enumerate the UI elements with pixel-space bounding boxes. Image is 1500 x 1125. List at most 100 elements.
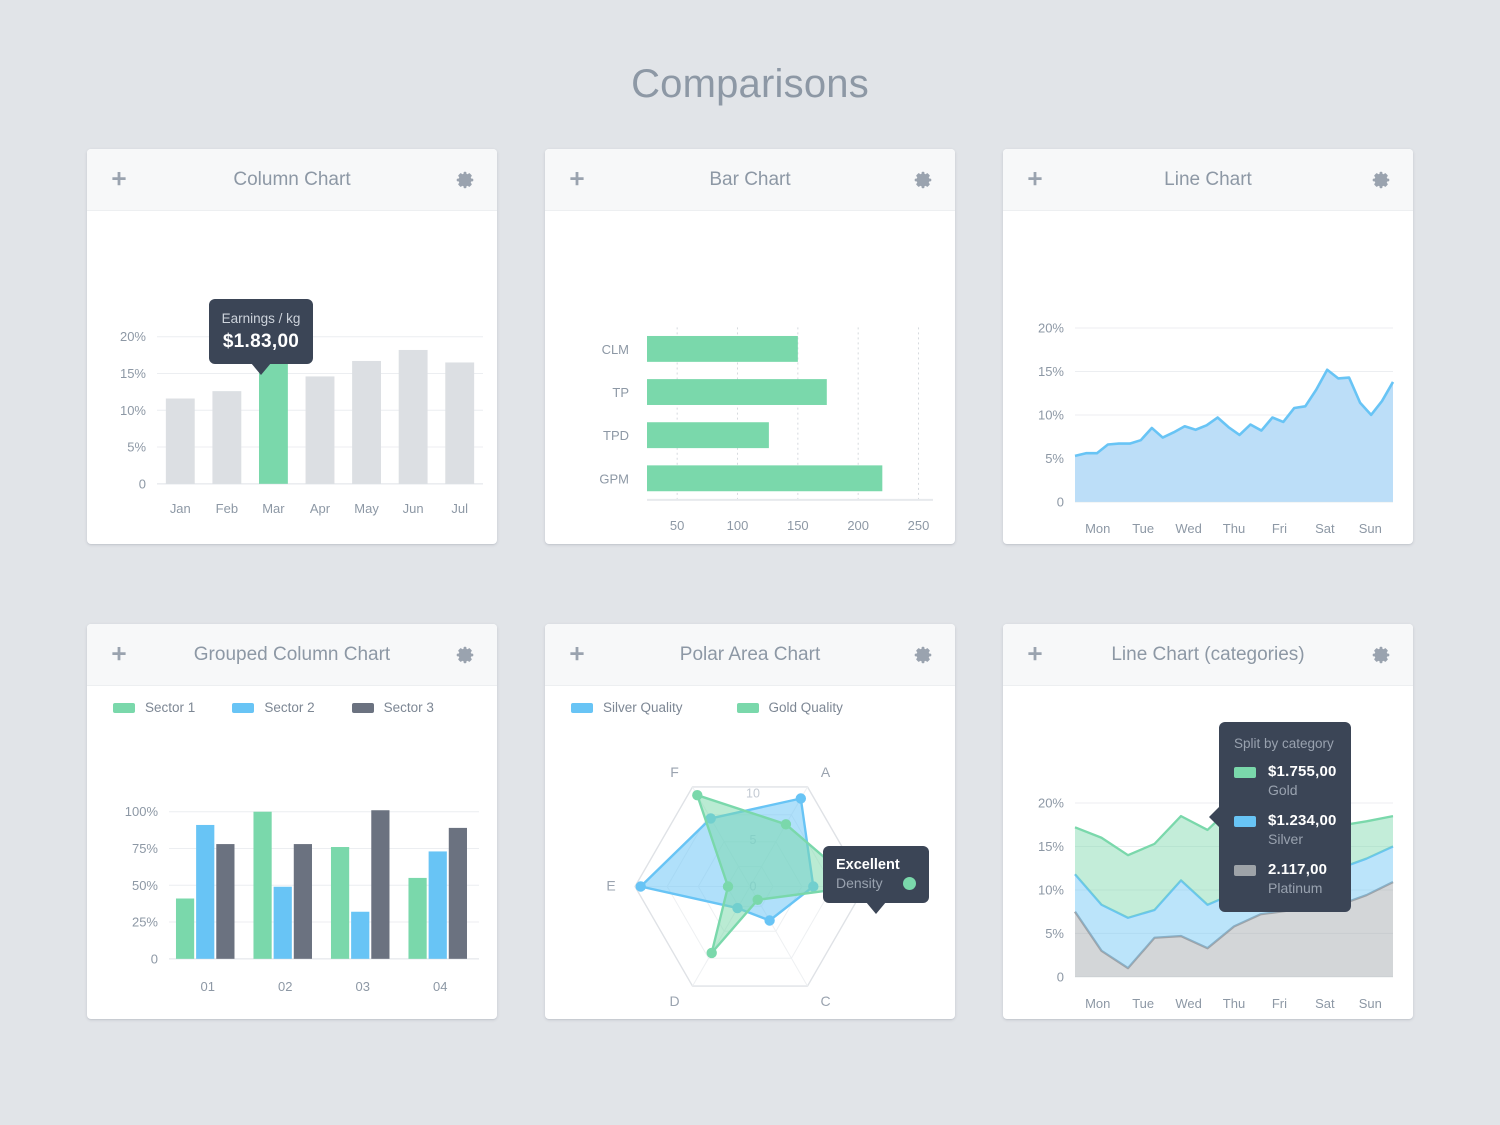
axis-tick-label: 01 (201, 979, 215, 994)
radar-data-point[interactable] (692, 790, 703, 801)
legend-swatch (736, 702, 759, 713)
axis-tick-label: 20% (120, 329, 146, 344)
legend-label: Sector 2 (264, 700, 315, 715)
card-header: Grouped Column Chart (87, 624, 497, 686)
plus-icon[interactable] (1025, 645, 1045, 665)
radar-data-point[interactable] (722, 881, 734, 892)
column-chart-tooltip: Earnings / kg $1.83,00 (209, 299, 313, 375)
plus-icon[interactable] (109, 170, 129, 190)
bar[interactable] (428, 851, 447, 959)
card-title: Bar Chart (709, 168, 791, 190)
plus-icon[interactable] (567, 645, 587, 665)
card-header: Line Chart (1003, 149, 1413, 211)
bar[interactable] (196, 824, 215, 959)
bar[interactable] (258, 361, 288, 484)
axis-tick-label: Fri (1272, 996, 1287, 1011)
tooltip-header: Split by category (1234, 736, 1334, 751)
bar[interactable] (351, 911, 370, 959)
bar[interactable] (647, 335, 798, 362)
axis-tick-label: 100% (125, 804, 159, 819)
axis-tick-label: GPM (599, 471, 629, 486)
gear-icon[interactable] (913, 645, 933, 665)
gear-icon[interactable] (455, 645, 475, 665)
axis-tick-label: D (669, 993, 679, 1009)
axis-tick-label: 10% (1038, 407, 1064, 422)
bar[interactable] (352, 360, 382, 484)
gear-icon[interactable] (1371, 645, 1391, 665)
bar[interactable] (448, 827, 467, 959)
grouped-chart-legend: Sector 1 Sector 2 Sector 3 (87, 700, 497, 715)
gear-icon[interactable] (913, 170, 933, 190)
legend-item[interactable]: Sector 3 (351, 700, 471, 715)
gear-icon[interactable] (455, 170, 475, 190)
axis-tick-label: CLM (602, 342, 629, 357)
radar-data-point[interactable] (795, 793, 806, 804)
bar[interactable] (408, 877, 427, 959)
axis-tick-label: Wed (1175, 521, 1201, 536)
legend-item[interactable]: Gold Quality (736, 700, 843, 715)
tooltip-value: $1.83,00 (222, 331, 300, 352)
axis-tick-label: 04 (433, 979, 447, 994)
bar[interactable] (647, 379, 827, 405)
card-grouped-column-chart: Grouped Column Chart Sector 1 Sector 2 Sec… (87, 624, 497, 1019)
axis-tick-label: 15% (1038, 839, 1064, 854)
bar[interactable] (216, 844, 235, 959)
axis-tick-label: E (606, 878, 615, 894)
axis-tick-label: 03 (356, 979, 370, 994)
radar-data-point[interactable] (752, 894, 763, 905)
plus-icon[interactable] (567, 170, 587, 190)
bar-chart-body: CLM TP TPD GPM 50 100 150 200 250 (545, 211, 955, 544)
axis-tick-label: Thu (1223, 521, 1245, 536)
axis-tick-label: Sun (1359, 521, 1382, 536)
tooltip-swatch (1234, 816, 1256, 827)
card-title: Column Chart (233, 168, 351, 190)
card-title: Grouped Column Chart (193, 643, 391, 665)
bar[interactable] (330, 847, 350, 959)
axis-tick-label: 150 (787, 518, 809, 533)
radar-data-point[interactable] (706, 947, 717, 959)
axis-tick-label: 50% (132, 878, 158, 893)
axis-tick-label: C (820, 993, 830, 1009)
legend-label: Sector 3 (383, 700, 434, 715)
axis-tick-label: 10% (120, 403, 146, 418)
legend-item[interactable]: Sector 2 (232, 700, 351, 715)
bar[interactable] (212, 391, 242, 484)
bar[interactable] (165, 398, 195, 484)
axis-tick-label: TP (612, 385, 629, 400)
bar[interactable] (371, 810, 390, 959)
tooltip-color-dot (903, 876, 916, 890)
bar[interactable] (253, 811, 272, 959)
axis-tick-label: Fri (1272, 521, 1287, 536)
axis-tick-label: Sun (1359, 996, 1382, 1011)
plus-icon[interactable] (1025, 170, 1045, 190)
axis-tick-label: 10 (746, 787, 760, 801)
bar[interactable] (445, 362, 475, 484)
card-title: Polar Area Chart (679, 643, 821, 665)
radar-data-point[interactable] (780, 819, 792, 830)
plus-icon[interactable] (109, 645, 129, 665)
bar[interactable] (305, 376, 335, 484)
axis-tick-label: Tue (1132, 996, 1154, 1011)
radar-data-point[interactable] (635, 881, 646, 892)
gear-icon[interactable] (1371, 170, 1391, 190)
legend-item[interactable]: Silver Quality (571, 700, 683, 715)
radar-data-point[interactable] (764, 915, 775, 926)
bar[interactable] (398, 349, 428, 484)
legend-item[interactable]: Sector 1 (113, 700, 232, 715)
bar[interactable] (175, 898, 195, 959)
tooltip-label: Earnings / kg (221, 311, 301, 326)
bar[interactable] (647, 465, 883, 492)
bar[interactable] (647, 422, 769, 449)
stacked-chart-tooltip: Split by category $1.755,00 Gold $1.234,00… (1209, 722, 1351, 912)
card-header: Bar Chart (545, 149, 955, 211)
tooltip-title: Excellent (836, 857, 900, 873)
axis-tick-label: A (821, 764, 831, 780)
page-title: Comparisons (631, 62, 869, 106)
tooltip-swatch (1234, 767, 1256, 778)
axis-tick-label: F (670, 764, 679, 780)
bar[interactable] (293, 844, 312, 959)
bar[interactable] (273, 886, 292, 959)
card-polar-area-chart: Polar Area Chart Silver Quality Gold Qual… (545, 624, 955, 1019)
axis-tick-label: Jan (170, 501, 191, 516)
legend-swatch (571, 702, 593, 713)
